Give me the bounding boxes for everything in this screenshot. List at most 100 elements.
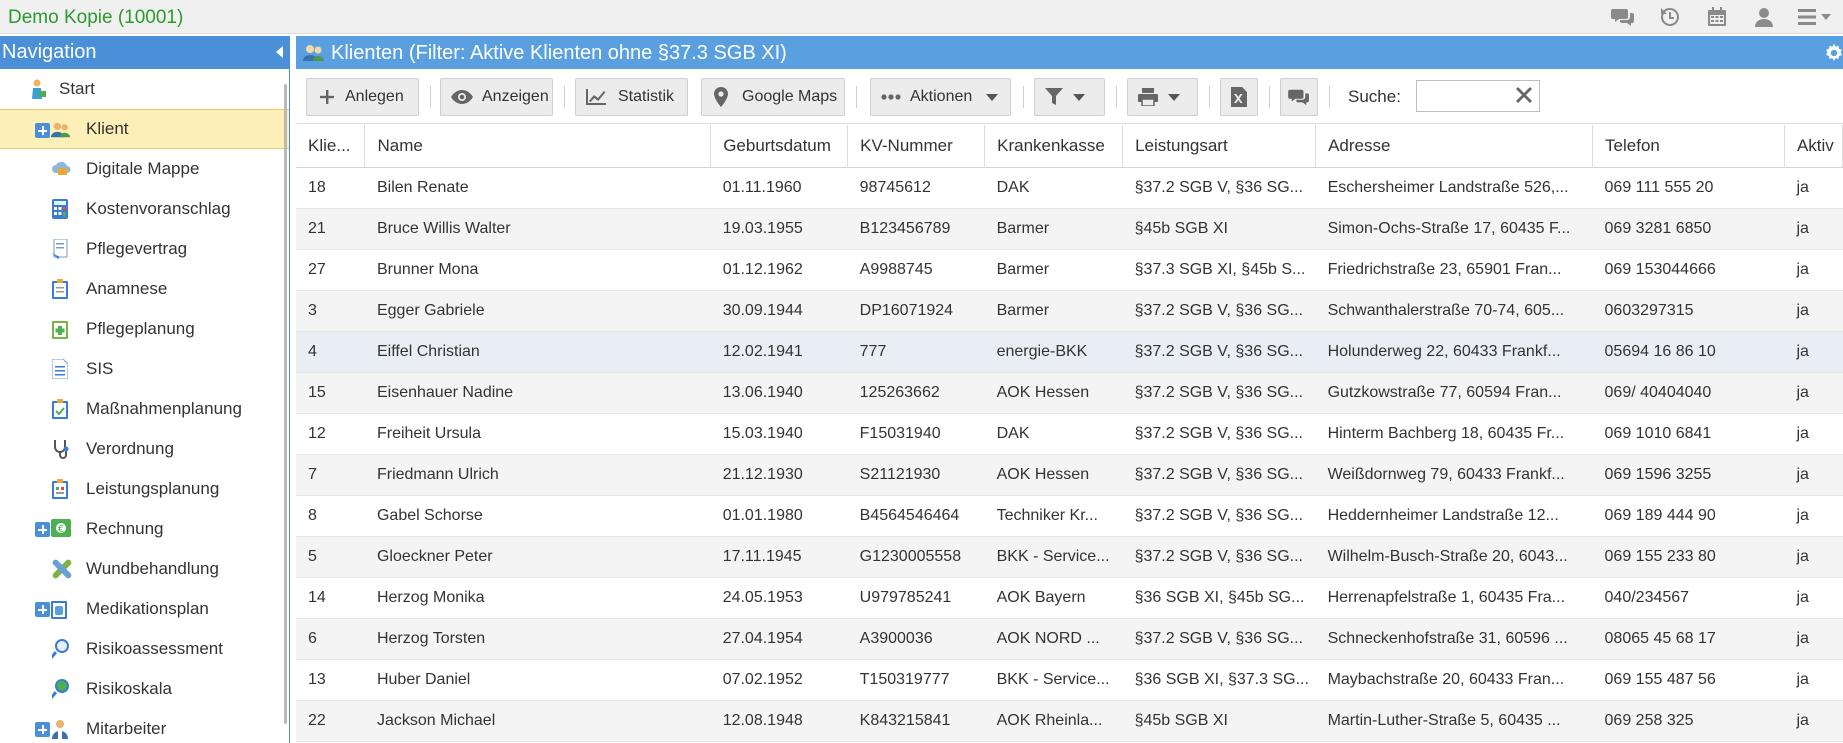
clear-search-icon[interactable] bbox=[1516, 87, 1532, 108]
table-cell: ja bbox=[1784, 413, 1843, 455]
table-header-row: Klie... Name Geburtsdatum KV-Nummer Krankenk… bbox=[296, 125, 1843, 168]
table-row[interactable]: 14 Herzog Monika 24.05.1953 U979785241 AOK B… bbox=[296, 577, 1843, 619]
table-cell: §36 SGB XI, §37.3 SG... bbox=[1122, 659, 1316, 701]
table-row[interactable]: 6 Herzog Torsten 27.04.1954 A3900036 AOK NOR… bbox=[296, 618, 1843, 660]
column-header[interactable]: Leistungsart bbox=[1122, 125, 1317, 168]
filter-dropdown[interactable] bbox=[1034, 78, 1105, 116]
table-cell: Bruce Willis Walter bbox=[364, 208, 711, 250]
table-row[interactable]: 3 Egger Gabriele 30.09.1944 DP16071924 Barme… bbox=[296, 290, 1843, 332]
sidebar-scrollbar[interactable] bbox=[284, 84, 287, 724]
column-header[interactable]: Aktiv bbox=[1784, 125, 1843, 168]
actions-dropdown[interactable]: Aktionen bbox=[870, 78, 1011, 116]
statistics-button[interactable]: Statistik bbox=[575, 78, 688, 116]
sidebar-item-mitarbeiter[interactable]: Mitarbeiter bbox=[0, 709, 289, 743]
table-cell: §37.2 SGB V, §36 SG... bbox=[1122, 413, 1316, 455]
sidebar-item-label: Risikoassessment bbox=[86, 639, 223, 658]
user-icon[interactable] bbox=[1740, 0, 1787, 34]
table-cell: 069 3281 6850 bbox=[1592, 208, 1785, 250]
table-row[interactable]: 4 Eiffel Christian 12.02.1941 777 energie-BK… bbox=[296, 331, 1843, 373]
search-label: Suche: bbox=[1348, 87, 1401, 106]
table-cell: 15 bbox=[296, 372, 365, 414]
table-row[interactable]: 5 Gloeckner Peter 17.11.1945 G1230005558 BKK… bbox=[296, 536, 1843, 578]
table-row[interactable]: 15 Eisenhauer Nadine 13.06.1940 125263662 AO… bbox=[296, 372, 1843, 414]
table-cell: ja bbox=[1784, 290, 1843, 332]
column-header[interactable]: Krankenkasse bbox=[984, 125, 1124, 168]
column-header[interactable]: Telefon bbox=[1592, 125, 1785, 168]
column-header[interactable]: Klie... bbox=[296, 125, 366, 168]
table-cell: Herzog Monika bbox=[364, 577, 711, 619]
expand-icon[interactable] bbox=[35, 602, 50, 617]
table-cell: Barmer bbox=[984, 208, 1123, 250]
table-cell: energie-BKK bbox=[984, 331, 1123, 373]
sidebar-item-pflegeplanung[interactable]: Pflegeplanung bbox=[0, 309, 289, 349]
table-cell: K843215841 bbox=[847, 700, 985, 742]
menu-icon[interactable] bbox=[1787, 0, 1843, 34]
table-cell: §37.2 SGB V, §36 SG... bbox=[1122, 290, 1316, 332]
column-header[interactable]: KV-Nummer bbox=[847, 125, 986, 168]
sidebar-item-pflegevertrag[interactable]: Pflegevertrag bbox=[0, 229, 289, 269]
table-cell: Simon-Ochs-Straße 17, 60435 F... bbox=[1315, 208, 1593, 250]
table-cell: AOK NORD ... bbox=[984, 618, 1123, 660]
search-input[interactable] bbox=[1416, 80, 1540, 112]
table-row[interactable]: 8 Gabel Schorse 01.01.1980 B4564546464 Techn… bbox=[296, 495, 1843, 537]
sidebar-item-leistungsplanung[interactable]: Leistungsplanung bbox=[0, 469, 289, 509]
column-header[interactable]: Adresse bbox=[1315, 125, 1594, 168]
table-cell: ja bbox=[1784, 249, 1843, 291]
table-cell: §37.2 SGB V, §36 SG... bbox=[1122, 536, 1316, 578]
table-cell: DAK bbox=[984, 167, 1123, 209]
table-cell: §45b SGB XI bbox=[1122, 208, 1316, 250]
sidebar-item-risikoskala[interactable]: Risikoskala bbox=[0, 669, 289, 709]
table-row[interactable]: 18 Bilen Renate 01.11.1960 98745612 DAK §37.2… bbox=[296, 167, 1843, 209]
add-button[interactable]: Anlegen bbox=[306, 78, 419, 116]
toolbar-separator bbox=[1209, 86, 1210, 108]
risk-magnifier-icon bbox=[49, 639, 70, 660]
table-row[interactable]: 21 Bruce Willis Walter 19.03.1955 B12345678… bbox=[296, 208, 1843, 250]
table-row[interactable]: 13 Huber Daniel 07.02.1952 T150319777 BKK - … bbox=[296, 659, 1843, 701]
sidebar-item-start[interactable]: Start bbox=[0, 69, 289, 109]
sidebar-item-anamnese[interactable]: Anamnese bbox=[0, 269, 289, 309]
document-icon bbox=[51, 358, 70, 380]
table-cell: B4564546464 bbox=[847, 495, 985, 537]
sidebar-item-klient[interactable]: Klient bbox=[0, 109, 289, 149]
table-cell: 6 bbox=[296, 618, 365, 660]
table-cell: 7 bbox=[296, 454, 365, 496]
column-header[interactable]: Name bbox=[364, 125, 712, 168]
toolbar-separator bbox=[564, 86, 565, 108]
table-row[interactable]: 12 Freiheit Ursula 15.03.1940 F15031940 DAK §… bbox=[296, 413, 1843, 455]
table-cell: B123456789 bbox=[847, 208, 985, 250]
expand-icon[interactable] bbox=[35, 123, 50, 138]
sidebar-item-verordnung[interactable]: Verordnung bbox=[0, 429, 289, 469]
table-cell: Maybachstraße 20, 60433 Fran... bbox=[1315, 659, 1593, 701]
sidebar-item-maßnahmenplanung[interactable]: Maßnahmenplanung bbox=[0, 389, 289, 429]
table-cell: 4 bbox=[296, 331, 365, 373]
comments-button[interactable] bbox=[1280, 78, 1318, 116]
bandage-icon bbox=[52, 559, 72, 579]
google-maps-button[interactable]: Google Maps bbox=[701, 78, 845, 116]
history-icon[interactable] bbox=[1646, 0, 1693, 34]
table-cell: 27 bbox=[296, 249, 365, 291]
expand-icon[interactable] bbox=[35, 722, 50, 737]
sidebar-item-wundbehandlung[interactable]: Wundbehandlung bbox=[0, 549, 289, 589]
print-dropdown[interactable] bbox=[1127, 78, 1198, 116]
expand-icon[interactable] bbox=[35, 522, 50, 537]
view-button[interactable]: Anzeigen bbox=[440, 78, 553, 116]
calendar-icon[interactable] bbox=[1693, 0, 1740, 34]
table-cell: §37.2 SGB V, §36 SG... bbox=[1122, 454, 1316, 496]
sidebar-item-medikationsplan[interactable]: Medikationsplan bbox=[0, 589, 289, 629]
table-row[interactable]: 22 Jackson Michael 12.08.1948 K843215841 AOK… bbox=[296, 700, 1843, 742]
table-row[interactable]: 27 Brunner Mona 01.12.1962 A9988745 Barmer §3… bbox=[296, 249, 1843, 291]
table-row[interactable]: 7 Friedmann Ulrich 21.12.1930 S21121930 AOK … bbox=[296, 454, 1843, 496]
collapse-sidebar-icon[interactable] bbox=[276, 46, 283, 58]
table-cell: BKK - Service... bbox=[984, 536, 1123, 578]
sidebar-item-risikoassessment[interactable]: Risikoassessment bbox=[0, 629, 289, 669]
export-excel-button[interactable] bbox=[1220, 78, 1258, 116]
main-header: Klienten (Filter: Aktive Klienten ohne §… bbox=[296, 36, 1843, 69]
sidebar-item-rechnung[interactable]: € Rechnung bbox=[0, 509, 289, 549]
chat-icon[interactable] bbox=[1599, 0, 1646, 34]
table-cell: ja bbox=[1784, 495, 1843, 537]
sidebar-item-sis[interactable]: SIS bbox=[0, 349, 289, 389]
column-header[interactable]: Geburtsdatum bbox=[710, 125, 849, 168]
sidebar-item-digitale-mappe[interactable]: Digitale Mappe bbox=[0, 149, 289, 189]
gear-icon[interactable] bbox=[1825, 43, 1843, 69]
sidebar-item-kostenvoranschlag[interactable]: Kostenvoranschlag bbox=[0, 189, 289, 229]
